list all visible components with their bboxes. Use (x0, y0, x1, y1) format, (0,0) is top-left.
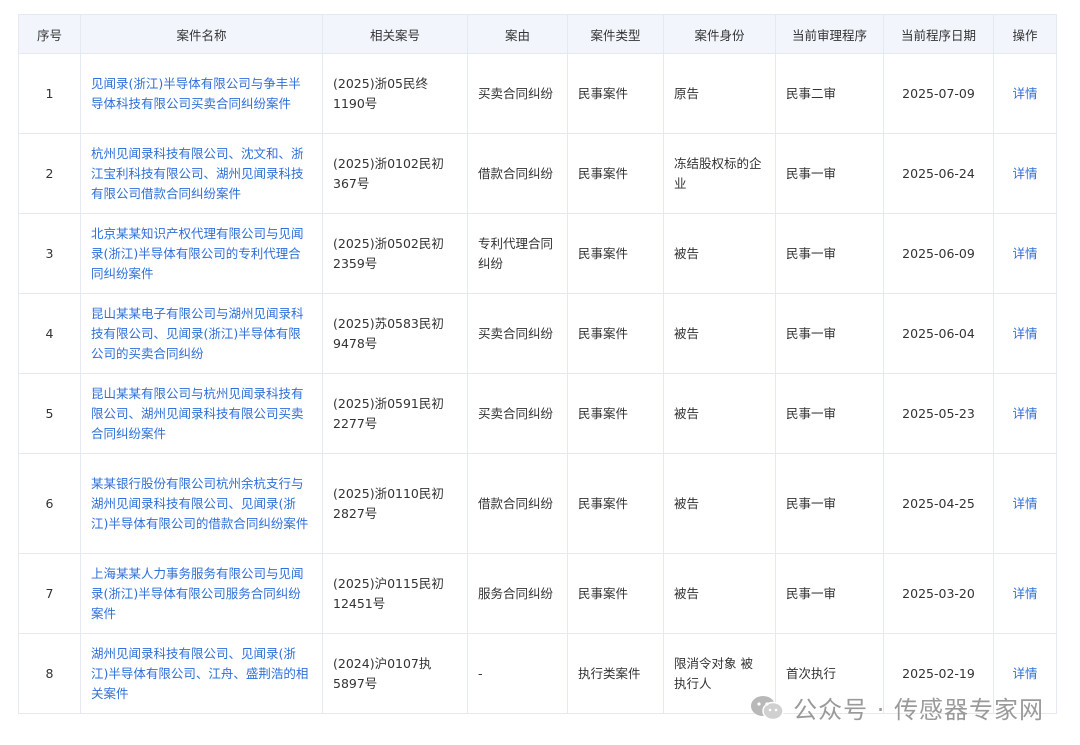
stage-date: 2025-06-09 (883, 213, 994, 294)
case-number: (2025)浙05民终1190号 (322, 53, 468, 134)
stage-date: 2025-06-24 (883, 133, 994, 214)
col-header-date: 当前程序日期 (883, 14, 994, 54)
case-stage: 民事一审 (775, 553, 884, 634)
col-header-case-number: 相关案号 (322, 14, 468, 54)
case-name-link[interactable]: 北京某某知识产权代理有限公司与见闻录(浙江)半导体有限公司的专利代理合同纠纷案件 (80, 213, 323, 294)
case-cause: 专利代理合同纠纷 (467, 213, 568, 294)
col-header-case-type: 案件类型 (567, 14, 664, 54)
stage-date: 2025-07-09 (883, 53, 994, 134)
stage-date: 2025-06-04 (883, 293, 994, 374)
case-role: 被告 (663, 293, 776, 374)
case-number: (2025)沪0115民初12451号 (322, 553, 468, 634)
table-row: 6 某某银行股份有限公司杭州余杭支行与湖州见闻录科技有限公司、见闻录(浙江)半导体… (18, 453, 1057, 554)
watermark: 公众号 · 传感器专家网 (749, 690, 1044, 725)
row-number: 6 (18, 453, 81, 554)
case-type: 民事案件 (567, 133, 664, 214)
case-number: (2025)浙0102民初367号 (322, 133, 468, 214)
watermark-text: 公众号 · 传感器专家网 (793, 696, 1044, 724)
col-header-case-name: 案件名称 (80, 14, 323, 54)
case-name-link[interactable]: 杭州见闻录科技有限公司、沈文和、浙江宝利科技有限公司、湖州见闻录科技有限公司借款… (80, 133, 323, 214)
case-role: 被告 (663, 553, 776, 634)
case-number: (2025)浙0502民初2359号 (322, 213, 468, 294)
case-name-link[interactable]: 湖州见闻录科技有限公司、见闻录(浙江)半导体有限公司、江舟、盛荆浩的相关案件 (80, 633, 323, 714)
stage-date: 2025-05-23 (883, 373, 994, 454)
case-role: 被告 (663, 453, 776, 554)
table-row: 4 昆山某某电子有限公司与湖州见闻录科技有限公司、见闻录(浙江)半导体有限公司的买… (18, 293, 1057, 374)
case-cause: 买卖合同纠纷 (467, 373, 568, 454)
row-number: 7 (18, 553, 81, 634)
case-number: (2025)苏0583民初9478号 (322, 293, 468, 374)
case-stage: 民事一审 (775, 293, 884, 374)
table-row: 1 见闻录(浙江)半导体有限公司与争丰半导体科技有限公司买卖合同纠纷案件 (2025… (18, 53, 1057, 134)
case-stage: 民事二审 (775, 53, 884, 134)
case-role: 被告 (663, 213, 776, 294)
case-number: (2025)浙0110民初2827号 (322, 453, 468, 554)
case-stage: 民事一审 (775, 373, 884, 454)
case-type: 民事案件 (567, 53, 664, 134)
details-link[interactable]: 详情 (993, 453, 1057, 554)
case-name-link[interactable]: 昆山某某有限公司与杭州见闻录科技有限公司、湖州见闻录科技有限公司买卖合同纠纷案件 (80, 373, 323, 454)
row-number: 4 (18, 293, 81, 374)
case-stage: 民事一审 (775, 453, 884, 554)
col-header-action: 操作 (993, 14, 1057, 54)
wechat-icon (751, 695, 784, 720)
table-header-row: 序号 案件名称 相关案号 案由 案件类型 案件身份 当前审理程序 当前程序日期 … (18, 14, 1057, 54)
case-cause: 买卖合同纠纷 (467, 293, 568, 374)
case-table: 序号 案件名称 相关案号 案由 案件类型 案件身份 当前审理程序 当前程序日期 … (18, 14, 1057, 714)
case-type: 民事案件 (567, 373, 664, 454)
row-number: 8 (18, 633, 81, 714)
stage-date: 2025-04-25 (883, 453, 994, 554)
case-type: 民事案件 (567, 293, 664, 374)
details-link[interactable]: 详情 (993, 293, 1057, 374)
details-link[interactable]: 详情 (993, 53, 1057, 134)
case-cause: 借款合同纠纷 (467, 453, 568, 554)
case-type: 民事案件 (567, 213, 664, 294)
case-cause: - (467, 633, 568, 714)
table-row: 5 昆山某某有限公司与杭州见闻录科技有限公司、湖州见闻录科技有限公司买卖合同纠纷案… (18, 373, 1057, 454)
case-stage: 民事一审 (775, 133, 884, 214)
table-row: 3 北京某某知识产权代理有限公司与见闻录(浙江)半导体有限公司的专利代理合同纠纷案… (18, 213, 1057, 294)
case-cause: 买卖合同纠纷 (467, 53, 568, 134)
col-header-stage: 当前审理程序 (775, 14, 884, 54)
case-role: 被告 (663, 373, 776, 454)
case-stage: 民事一审 (775, 213, 884, 294)
case-name-link[interactable]: 见闻录(浙江)半导体有限公司与争丰半导体科技有限公司买卖合同纠纷案件 (80, 53, 323, 134)
col-header-cause: 案由 (467, 14, 568, 54)
col-header-role: 案件身份 (663, 14, 776, 54)
details-link[interactable]: 详情 (993, 553, 1057, 634)
details-link[interactable]: 详情 (993, 213, 1057, 294)
case-type: 民事案件 (567, 453, 664, 554)
table-row: 7 上海某某人力事务服务有限公司与见闻录(浙江)半导体有限公司服务合同纠纷案件 (2… (18, 553, 1057, 634)
case-number: (2025)浙0591民初2277号 (322, 373, 468, 454)
row-number: 2 (18, 133, 81, 214)
case-role: 冻结股权标的企业 (663, 133, 776, 214)
case-type: 民事案件 (567, 553, 664, 634)
details-link[interactable]: 详情 (993, 133, 1057, 214)
row-number: 3 (18, 213, 81, 294)
case-role: 原告 (663, 53, 776, 134)
case-name-link[interactable]: 昆山某某电子有限公司与湖州见闻录科技有限公司、见闻录(浙江)半导体有限公司的买卖… (80, 293, 323, 374)
details-link[interactable]: 详情 (993, 373, 1057, 454)
row-number: 5 (18, 373, 81, 454)
case-name-link[interactable]: 某某银行股份有限公司杭州余杭支行与湖州见闻录科技有限公司、见闻录(浙江)半导体有… (80, 453, 323, 554)
case-number: (2024)沪0107执5897号 (322, 633, 468, 714)
case-name-link[interactable]: 上海某某人力事务服务有限公司与见闻录(浙江)半导体有限公司服务合同纠纷案件 (80, 553, 323, 634)
row-number: 1 (18, 53, 81, 134)
table-row: 2 杭州见闻录科技有限公司、沈文和、浙江宝利科技有限公司、湖州见闻录科技有限公司借… (18, 133, 1057, 214)
col-header-no: 序号 (18, 14, 81, 54)
stage-date: 2025-03-20 (883, 553, 994, 634)
case-cause: 借款合同纠纷 (467, 133, 568, 214)
case-type: 执行类案件 (567, 633, 664, 714)
case-cause: 服务合同纠纷 (467, 553, 568, 634)
